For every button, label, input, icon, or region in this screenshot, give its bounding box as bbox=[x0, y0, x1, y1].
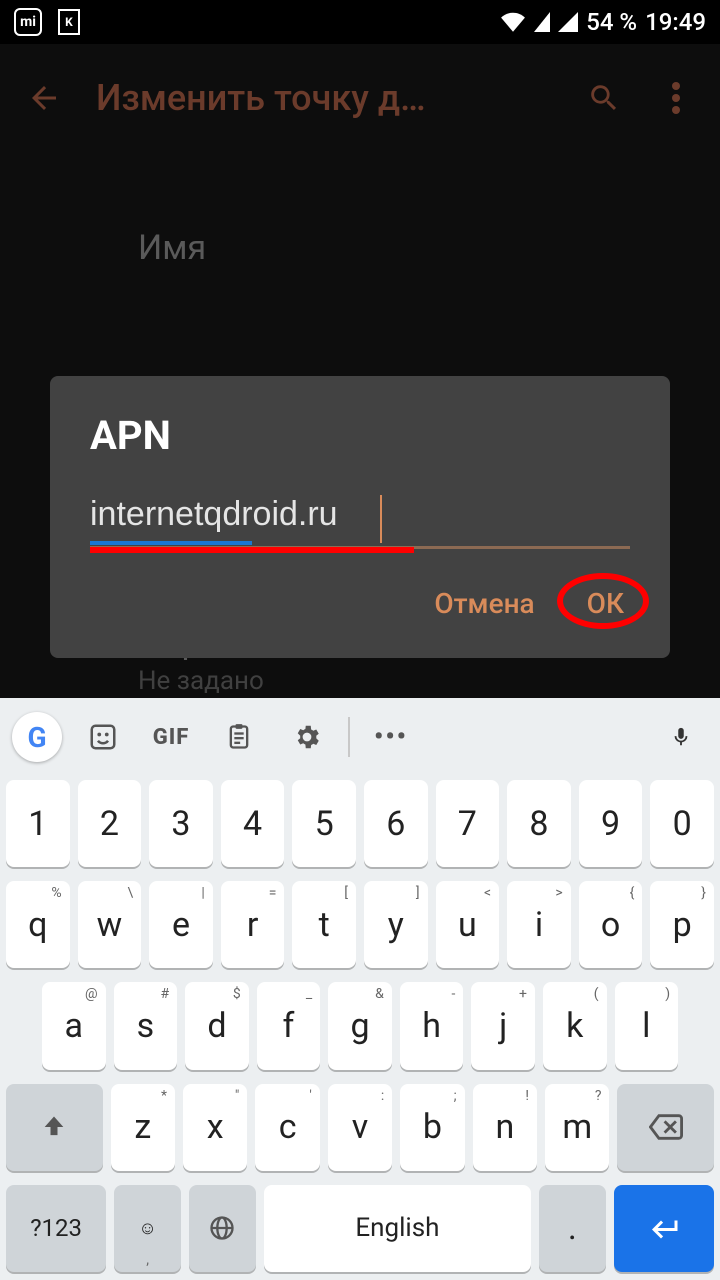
input-underline-blue bbox=[90, 541, 252, 545]
key-p[interactable]: p} bbox=[650, 881, 714, 968]
key-v[interactable]: v: bbox=[328, 1084, 392, 1171]
k-badge-icon: K bbox=[58, 9, 80, 35]
key-j[interactable]: j+ bbox=[471, 982, 535, 1069]
app-bar: Изменить точку д… bbox=[0, 44, 720, 152]
key-t[interactable]: t[ bbox=[292, 881, 356, 968]
key-8[interactable]: 8 bbox=[507, 780, 571, 867]
key-u[interactable]: u< bbox=[436, 881, 500, 968]
key-r[interactable]: r= bbox=[221, 881, 285, 968]
key-7[interactable]: 7 bbox=[436, 780, 500, 867]
sticker-icon[interactable] bbox=[76, 710, 130, 764]
keyboard-toolbar: G GIF ••• bbox=[0, 698, 720, 776]
apn-dialog: APN Отмена ОК bbox=[50, 376, 670, 658]
key-m[interactable]: m? bbox=[545, 1084, 609, 1171]
mi-badge-icon: mi bbox=[14, 8, 42, 36]
key-h[interactable]: h- bbox=[400, 982, 464, 1069]
key-i[interactable]: i> bbox=[507, 881, 571, 968]
cancel-button[interactable]: Отмена bbox=[434, 587, 534, 620]
ok-button[interactable]: ОК bbox=[587, 587, 624, 620]
key-4[interactable]: 4 bbox=[221, 780, 285, 867]
keyboard: G GIF ••• 1234567890 q%w\e|r=t[y]u<i>o{p… bbox=[0, 698, 720, 1280]
key-0[interactable]: 0 bbox=[650, 780, 714, 867]
key-g[interactable]: g& bbox=[328, 982, 392, 1069]
key-9[interactable]: 9 bbox=[579, 780, 643, 867]
key-1[interactable]: 1 bbox=[6, 780, 70, 867]
key-q[interactable]: q% bbox=[6, 881, 70, 968]
page-title: Изменить точку д… bbox=[96, 77, 552, 119]
key-l[interactable]: l) bbox=[615, 982, 679, 1069]
clock: 19:49 bbox=[645, 8, 706, 36]
key-2[interactable]: 2 bbox=[78, 780, 142, 867]
key-y[interactable]: y] bbox=[364, 881, 428, 968]
key-b[interactable]: b; bbox=[400, 1084, 464, 1171]
search-icon[interactable] bbox=[584, 78, 624, 118]
apn-input[interactable] bbox=[90, 495, 630, 540]
signal-sim2-icon bbox=[558, 12, 578, 32]
battery-percent: 54 % bbox=[586, 8, 637, 36]
emoji-key[interactable]: ☺ , bbox=[114, 1185, 181, 1272]
language-key[interactable] bbox=[189, 1185, 256, 1272]
key-6[interactable]: 6 bbox=[364, 780, 428, 867]
key-k[interactable]: k( bbox=[543, 982, 607, 1069]
shift-key[interactable] bbox=[6, 1084, 103, 1171]
gif-button[interactable]: GIF bbox=[144, 710, 198, 764]
toolbar-separator bbox=[348, 717, 350, 757]
gear-icon[interactable] bbox=[280, 710, 334, 764]
key-a[interactable]: a@ bbox=[42, 982, 106, 1069]
back-icon[interactable] bbox=[24, 78, 64, 118]
google-icon[interactable]: G bbox=[12, 712, 62, 762]
key-n[interactable]: n! bbox=[473, 1084, 537, 1171]
key-3[interactable]: 3 bbox=[149, 780, 213, 867]
key-d[interactable]: d$ bbox=[185, 982, 249, 1069]
key-z[interactable]: z* bbox=[111, 1084, 175, 1171]
overflow-menu-icon[interactable] bbox=[656, 78, 696, 118]
symbols-key[interactable]: ?123 bbox=[6, 1185, 106, 1272]
mic-icon[interactable] bbox=[654, 710, 708, 764]
key-o[interactable]: o{ bbox=[579, 881, 643, 968]
key-c[interactable]: c' bbox=[255, 1084, 319, 1171]
dialog-title: APN bbox=[90, 412, 630, 459]
annotation-red-circle bbox=[557, 573, 649, 629]
enter-key[interactable] bbox=[614, 1185, 714, 1272]
key-w[interactable]: w\ bbox=[78, 881, 142, 968]
more-icon[interactable]: ••• bbox=[364, 710, 418, 764]
backspace-key[interactable] bbox=[617, 1084, 714, 1171]
wifi-icon bbox=[500, 12, 526, 32]
signal-sim1-icon bbox=[534, 12, 550, 32]
space-key[interactable]: English bbox=[264, 1185, 531, 1272]
text-cursor bbox=[380, 495, 382, 543]
status-bar: mi K 54 % 19:49 bbox=[0, 0, 720, 44]
key-f[interactable]: f_ bbox=[257, 982, 321, 1069]
clipboard-icon[interactable] bbox=[212, 710, 266, 764]
annotation-red-underline bbox=[90, 547, 414, 553]
period-key[interactable]: . bbox=[539, 1185, 606, 1272]
key-x[interactable]: x" bbox=[183, 1084, 247, 1171]
key-5[interactable]: 5 bbox=[292, 780, 356, 867]
key-e[interactable]: e| bbox=[149, 881, 213, 968]
key-s[interactable]: s# bbox=[114, 982, 178, 1069]
